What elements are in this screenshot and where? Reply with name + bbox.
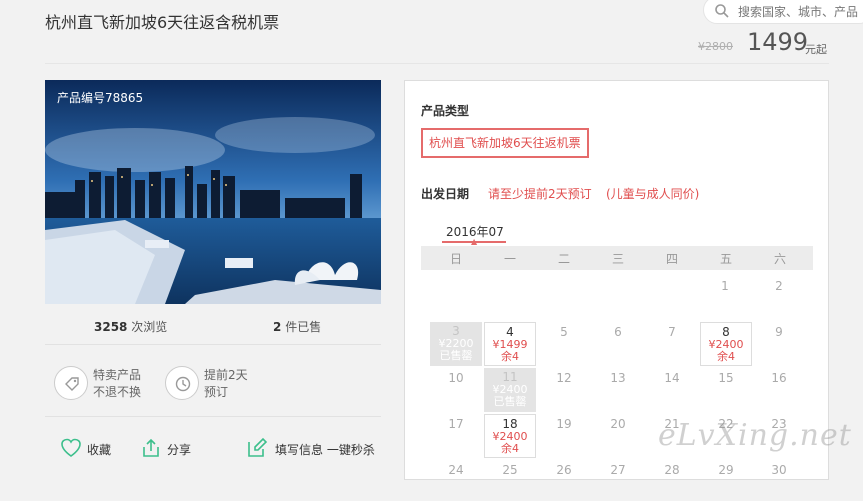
share-icon [143,438,159,457]
price-suffix: 元起 [805,43,827,56]
calendar-day-sold-out: 3 ¥2200 已售罄 [430,322,482,366]
weekday-sat: 六 [773,252,786,266]
calendar-day-available[interactable]: 4 ¥1499 余4 [484,322,536,366]
sold-count: 2 [273,320,282,334]
search-placeholder: 搜索国家、城市、产品 [738,5,859,19]
heart-icon [61,438,81,457]
feature-line2: 不退不换 [93,385,142,399]
product-type-label: 产品类型 [421,104,470,118]
calendar-day-available[interactable]: 18 ¥2400 余4 [484,414,536,458]
calendar-day: 14 [664,371,680,385]
calendar-day: 17 [448,417,464,431]
sold-stat: 2 件已售 [273,318,321,335]
feature-line1: 提前2天 [204,368,248,382]
calendar-day: 9 [775,325,783,339]
views-stat: 3258 次浏览 [94,318,167,335]
feature-line2: 预订 [204,385,229,399]
caret-up-icon: ▲ [471,237,478,246]
calendar-day: 15 [718,371,734,385]
calendar-day: 24 [448,463,464,477]
calendar-day: 10 [448,371,464,385]
product-type-option[interactable]: 杭州直飞新加坡6天往返机票 [421,128,589,158]
calendar-day: 30 [771,463,787,477]
weekday-thu: 四 [665,252,678,266]
weekday-tue: 二 [557,252,570,266]
divider [45,344,381,345]
calendar-day: 5 [560,325,568,339]
feature-line1: 特卖产品 [93,368,142,382]
quick-buy-label: 填写信息 一键秒杀 [275,443,375,457]
calendar-day: 20 [610,417,626,431]
current-price: 1499 [747,28,809,56]
product-photo: 产品编号78865 [45,80,381,304]
calendar-day: 26 [556,463,572,477]
calendar-day: 2 [775,279,783,293]
calendar-day: 1 [721,279,729,293]
watermark: eLvXing.net [658,418,852,453]
edit-icon [248,437,268,457]
search-icon [715,4,729,18]
calendar-day: 13 [610,371,626,385]
views-count: 3258 [94,320,128,334]
weekday-fri: 五 [719,252,732,266]
views-label: 次浏览 [131,320,168,334]
share-label: 分享 [167,443,192,457]
clock-icon [175,376,191,392]
weekday-header: 日 一 二 三 四 五 六 [421,246,813,270]
date-hint: 请至少提前2天预订 [488,187,592,201]
calendar-day: 29 [718,463,734,477]
weekday-wed: 三 [611,252,624,266]
calendar-day-available[interactable]: 8 ¥2400 余4 [700,322,752,366]
divider [45,63,829,64]
favorite-label: 收藏 [87,443,112,457]
calendar-day: 19 [556,417,572,431]
divider [45,416,381,417]
tag-icon [65,377,79,391]
date-hint-children: (儿童与成人同价) [606,187,700,201]
calendar-day: 7 [668,325,676,339]
calendar-day: 6 [614,325,622,339]
sold-label: 件已售 [285,320,322,334]
weekday-mon: 一 [503,252,516,266]
search-input[interactable]: 搜索国家、城市、产品 [703,0,863,24]
calendar-day: 25 [502,463,518,477]
calendar-day: 28 [664,463,680,477]
calendar-day: 27 [610,463,626,477]
product-code: 产品编号78865 [57,91,144,105]
calendar-day: 16 [771,371,787,385]
calendar-day: 12 [556,371,572,385]
original-price: ¥2800 [698,40,733,53]
page-title: 杭州直飞新加坡6天往返含税机票 [45,13,280,32]
departure-date-label: 出发日期 [421,187,470,201]
weekday-sun: 日 [449,252,462,266]
calendar-day-sold-out: 11 ¥2400 已售罄 [484,368,536,412]
